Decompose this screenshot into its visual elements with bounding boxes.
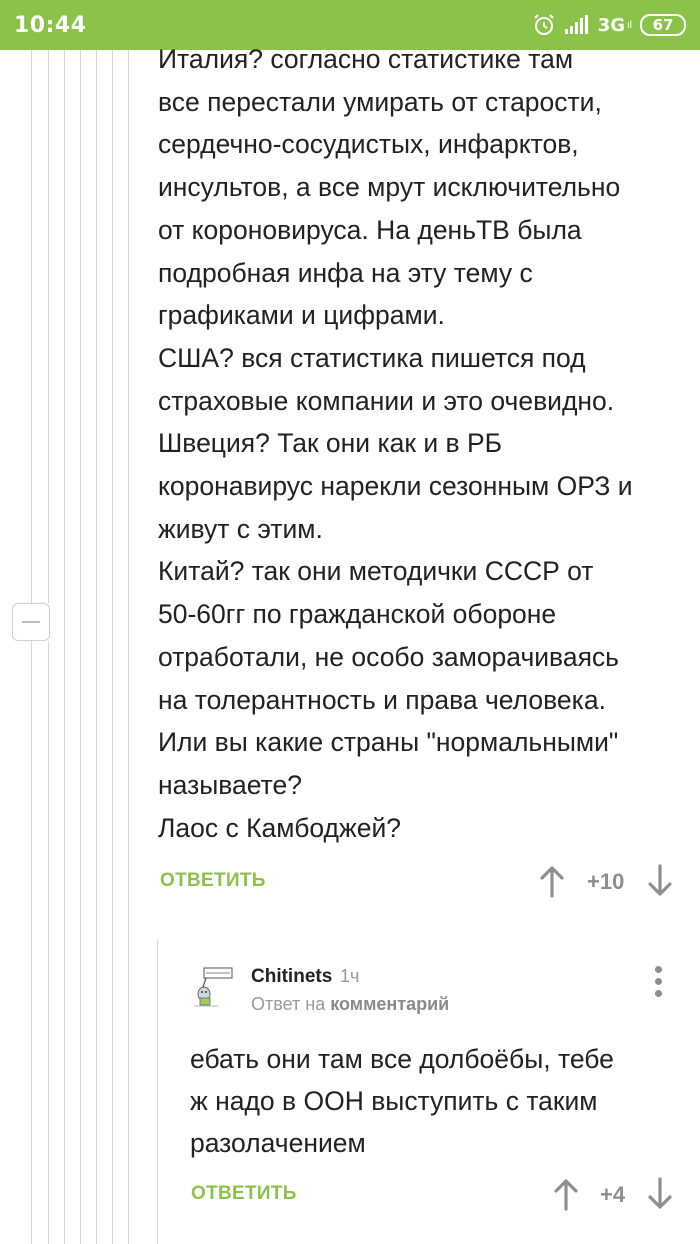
thread-line	[64, 50, 65, 1244]
reply-line: ебать они там все долбоёбы, тебе	[190, 1044, 614, 1074]
reply-to-prefix: Ответ на	[251, 994, 326, 1014]
comment-line: Лаос с Камбоджей?	[158, 812, 401, 843]
comment-line: коронавирус нарекли сезонным ОРЗ и	[158, 471, 633, 502]
comment-line: Швеция? Так они как и в РБ	[158, 428, 503, 459]
downvote-icon[interactable]	[646, 1177, 674, 1211]
status-time: 10:44	[14, 12, 87, 38]
reply-to-info: Ответ на комментарий	[251, 994, 449, 1015]
comment-line: сердечно-сосудистых, инфарктов,	[158, 129, 579, 160]
comment-line: графиками и цифрами.	[158, 300, 445, 331]
comment-line: отработали, не особо заморачиваясь	[158, 641, 619, 672]
reply-to-link[interactable]: комментарий	[330, 994, 449, 1014]
comment-line: страховые компании и это очевидно.	[158, 385, 615, 416]
comment-line: называете?	[158, 769, 302, 800]
reply-line: ж надо в ООН выступить с таким	[190, 1086, 598, 1116]
thread-line	[80, 50, 81, 1244]
alarm-icon	[533, 14, 554, 35]
thread-line	[157, 940, 158, 1244]
comment-line: 50-60гг по гражданской обороне	[158, 599, 557, 630]
avatar[interactable]	[190, 964, 234, 1008]
comment-line: все перестали умирать от старости,	[158, 86, 602, 117]
collapse-thread-button[interactable]	[12, 603, 50, 641]
reply-button[interactable]: ОТВЕТИТЬ	[160, 870, 266, 892]
thread-line	[31, 50, 32, 1244]
reply-author[interactable]: Chitinets	[251, 966, 332, 988]
downvote-icon[interactable]	[646, 864, 674, 898]
network-sub: ıl	[627, 19, 632, 31]
more-icon[interactable]	[650, 966, 666, 1000]
comment-line: живут с этим.	[158, 513, 323, 544]
comment-line: Китай? так они методички СССР от	[158, 556, 594, 587]
comment-line: Италия? согласно статистике там	[158, 44, 574, 74]
status-icons: 3G ıl 67	[532, 13, 686, 37]
comment-line: инсультов, а все мрут исключительно	[158, 172, 621, 203]
comment-line: США? вся статистика пишется под	[158, 342, 586, 373]
comment-body: Италия? согласно статистике там все пере…	[158, 38, 688, 849]
comment-rating: +10	[587, 869, 625, 894]
reply-button[interactable]: ОТВЕТИТЬ	[191, 1183, 297, 1205]
comment-line: от короновируса. На деньТВ была	[158, 214, 582, 245]
reply-time: 1ч	[340, 966, 360, 986]
comment-line: Или вы какие страны "нормальными"	[158, 727, 619, 758]
comment-line: подробная инфа на эту тему с	[158, 257, 533, 288]
battery-icon: 67	[640, 14, 686, 36]
thread-line	[112, 50, 113, 1244]
reply-body: ебать они там все долбоёбы, тебе ж надо …	[190, 1038, 670, 1164]
thread-line	[128, 50, 129, 1244]
signal-icon	[564, 15, 588, 34]
upvote-icon[interactable]	[552, 1177, 580, 1211]
reply-rating: +4	[600, 1182, 626, 1207]
comment-line: на толерантность и права человека.	[158, 684, 606, 715]
reply-line: разолачением	[190, 1128, 366, 1158]
thread-line	[48, 50, 49, 603]
thread-line	[48, 641, 49, 1244]
upvote-icon[interactable]	[538, 864, 566, 898]
network-type: 3G	[597, 14, 625, 36]
thread-line	[96, 50, 97, 1244]
